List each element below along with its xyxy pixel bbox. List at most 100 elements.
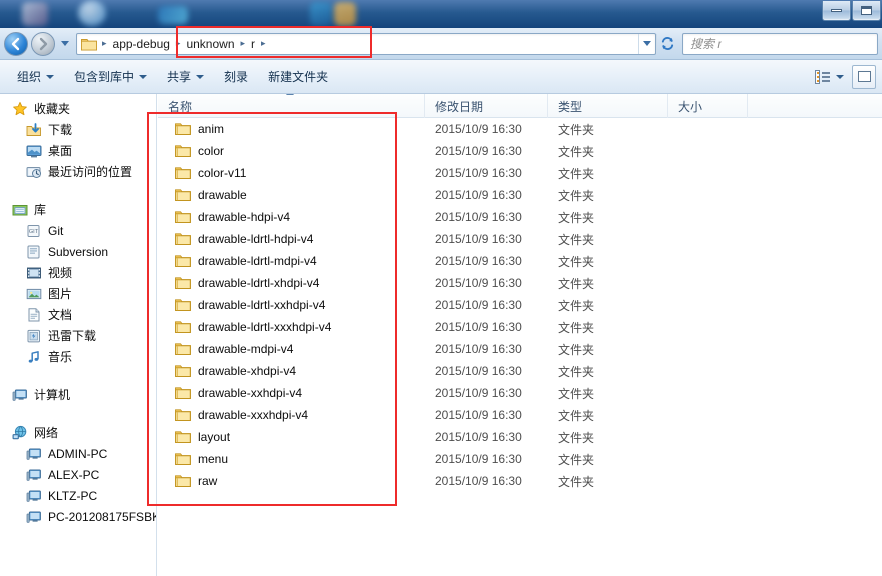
sidebar-item-libraries[interactable]: 库 bbox=[0, 199, 156, 220]
file-name-cell[interactable]: drawable-xhdpi-v4 bbox=[158, 364, 425, 378]
organize-label: 组织 bbox=[17, 70, 42, 84]
sidebar-item-network[interactable]: 网络 bbox=[0, 422, 156, 443]
breadcrumb-item-unknown[interactable]: unknown bbox=[183, 36, 237, 52]
column-header-label: 类型 bbox=[558, 99, 583, 114]
file-name-cell[interactable]: drawable-ldrtl-xhdpi-v4 bbox=[158, 276, 425, 290]
file-date-label: 2015/10/9 16:30 bbox=[435, 386, 522, 400]
table-row[interactable]: drawable-xxxhdpi-v4 2015/10/9 16:30 文件夹 bbox=[158, 404, 882, 426]
preview-pane-button[interactable] bbox=[852, 64, 876, 89]
table-row[interactable]: drawable 2015/10/9 16:30 文件夹 bbox=[158, 184, 882, 206]
file-date-label: 2015/10/9 16:30 bbox=[435, 474, 522, 488]
column-header-row: 名称 修改日期 类型 大小 bbox=[158, 94, 882, 118]
share-button[interactable]: 共享 bbox=[158, 65, 213, 89]
sidebar-item-thunder-download[interactable]: 迅雷下载 bbox=[0, 325, 156, 346]
file-name-cell[interactable]: drawable-ldrtl-mdpi-v4 bbox=[158, 254, 425, 268]
column-header-date-modified[interactable]: 修改日期 bbox=[425, 94, 548, 118]
file-type-label: 文件夹 bbox=[558, 232, 595, 247]
include-in-library-button[interactable]: 包含到库中 bbox=[65, 65, 156, 89]
file-date-label: 2015/10/9 16:30 bbox=[435, 144, 522, 158]
table-row[interactable]: drawable-xhdpi-v4 2015/10/9 16:30 文件夹 bbox=[158, 360, 882, 382]
column-header-size[interactable]: 大小 bbox=[668, 94, 748, 118]
file-name-cell[interactable]: anim bbox=[158, 122, 425, 136]
sidebar-item-desktop[interactable]: 桌面 bbox=[0, 140, 156, 161]
file-name-cell[interactable]: drawable-hdpi-v4 bbox=[158, 210, 425, 224]
file-name-label: drawable-mdpi-v4 bbox=[198, 342, 294, 356]
table-row[interactable]: color 2015/10/9 16:30 文件夹 bbox=[158, 140, 882, 162]
table-row[interactable]: color-v11 2015/10/9 16:30 文件夹 bbox=[158, 162, 882, 184]
desktop-icon bbox=[26, 145, 42, 157]
file-date-cell: 2015/10/9 16:30 bbox=[425, 166, 548, 180]
table-row[interactable]: layout 2015/10/9 16:30 文件夹 bbox=[158, 426, 882, 448]
sidebar-item-alex-pc[interactable]: ALEX-PC bbox=[0, 464, 156, 485]
breadcrumb-separator[interactable]: ▸ bbox=[173, 38, 184, 49]
file-name-cell[interactable]: drawable-ldrtl-xxxhdpi-v4 bbox=[158, 320, 425, 334]
table-row[interactable]: drawable-ldrtl-xhdpi-v4 2015/10/9 16:30 文件… bbox=[158, 272, 882, 294]
maximize-button[interactable] bbox=[852, 1, 881, 21]
file-name-cell[interactable]: layout bbox=[158, 430, 425, 444]
refresh-button[interactable] bbox=[656, 33, 678, 54]
table-row[interactable]: drawable-mdpi-v4 2015/10/9 16:30 文件夹 bbox=[158, 338, 882, 360]
recent-pages-button[interactable] bbox=[58, 41, 72, 46]
sidebar-item-pictures[interactable]: 图片 bbox=[0, 283, 156, 304]
file-name-cell[interactable]: drawable-xxxhdpi-v4 bbox=[158, 408, 425, 422]
breadcrumb-item-r[interactable]: r bbox=[248, 36, 258, 52]
file-type-label: 文件夹 bbox=[558, 210, 595, 225]
organize-button[interactable]: 组织 bbox=[8, 65, 63, 89]
column-header-name[interactable]: 名称 bbox=[158, 94, 425, 118]
table-row[interactable]: anim 2015/10/9 16:30 文件夹 bbox=[158, 118, 882, 140]
file-type-cell: 文件夹 bbox=[548, 121, 668, 138]
sidebar-item-git[interactable]: GIT Git bbox=[0, 220, 156, 241]
minimize-button[interactable] bbox=[822, 1, 851, 21]
file-name-cell[interactable]: drawable bbox=[158, 188, 425, 202]
table-row[interactable]: menu 2015/10/9 16:30 文件夹 bbox=[158, 448, 882, 470]
change-view-button[interactable] bbox=[811, 65, 848, 89]
sidebar-item-computer[interactable]: 计算机 bbox=[0, 384, 156, 405]
file-name-cell[interactable]: drawable-ldrtl-xxhdpi-v4 bbox=[158, 298, 425, 312]
file-date-label: 2015/10/9 16:30 bbox=[435, 254, 522, 268]
breadcrumb-separator[interactable]: ▸ bbox=[258, 38, 269, 49]
table-row[interactable]: drawable-ldrtl-xxhdpi-v4 2015/10/9 16:30 文… bbox=[158, 294, 882, 316]
sidebar-item-favorites[interactable]: 收藏夹 bbox=[0, 98, 156, 119]
sidebar-item-admin-pc[interactable]: ADMIN-PC bbox=[0, 443, 156, 464]
sidebar-group-favorites: 收藏夹 下载 桌面 最近访问的位置 bbox=[0, 98, 156, 182]
sidebar-item-recent-places[interactable]: 最近访问的位置 bbox=[0, 161, 156, 182]
table-row[interactable]: drawable-hdpi-v4 2015/10/9 16:30 文件夹 bbox=[158, 206, 882, 228]
address-bar[interactable]: ▸ app-debug ▸ unknown ▸ r ▸ bbox=[76, 32, 656, 55]
sidebar-item-subversion[interactable]: Subversion bbox=[0, 241, 156, 262]
table-row[interactable]: drawable-ldrtl-xxxhdpi-v4 2015/10/9 16:30… bbox=[158, 316, 882, 338]
breadcrumb-item-app-debug[interactable]: app-debug bbox=[110, 36, 173, 52]
forward-button[interactable] bbox=[31, 31, 55, 56]
sidebar-item-label: 音乐 bbox=[48, 350, 73, 364]
file-name-cell[interactable]: drawable-ldrtl-hdpi-v4 bbox=[158, 232, 425, 246]
table-row[interactable]: drawable-xxhdpi-v4 2015/10/9 16:30 文件夹 bbox=[158, 382, 882, 404]
folder-icon bbox=[175, 277, 191, 290]
file-name-cell[interactable]: color-v11 bbox=[158, 166, 425, 180]
sidebar-item-downloads[interactable]: 下载 bbox=[0, 119, 156, 140]
chevron-down-icon bbox=[139, 74, 148, 79]
sidebar-item-documents[interactable]: 文档 bbox=[0, 304, 156, 325]
file-name-cell[interactable]: drawable-xxhdpi-v4 bbox=[158, 386, 425, 400]
file-name-cell[interactable]: color bbox=[158, 144, 425, 158]
file-type-label: 文件夹 bbox=[558, 342, 595, 357]
table-row[interactable]: raw 2015/10/9 16:30 文件夹 bbox=[158, 470, 882, 492]
star-icon bbox=[13, 101, 27, 115]
burn-button[interactable]: 刻录 bbox=[215, 65, 257, 89]
sidebar-item-music[interactable]: 音乐 bbox=[0, 346, 156, 367]
table-row[interactable]: drawable-ldrtl-mdpi-v4 2015/10/9 16:30 文件夹 bbox=[158, 250, 882, 272]
search-input[interactable]: 搜索 r bbox=[682, 32, 878, 55]
sidebar-item-pc-201208175fsbk[interactable]: PC-201208175FSBK bbox=[0, 506, 156, 527]
file-type-cell: 文件夹 bbox=[548, 187, 668, 204]
sidebar-item-kltz-pc[interactable]: KLTZ-PC bbox=[0, 485, 156, 506]
address-dropdown-button[interactable] bbox=[638, 33, 655, 54]
file-name-cell[interactable]: menu bbox=[158, 452, 425, 466]
breadcrumb-separator[interactable]: ▸ bbox=[238, 38, 249, 49]
file-name-cell[interactable]: raw bbox=[158, 474, 425, 488]
downloads-icon bbox=[26, 122, 41, 136]
back-button[interactable] bbox=[4, 31, 28, 56]
file-name-cell[interactable]: drawable-mdpi-v4 bbox=[158, 342, 425, 356]
new-folder-button[interactable]: 新建文件夹 bbox=[259, 65, 337, 89]
column-header-type[interactable]: 类型 bbox=[548, 94, 668, 118]
sidebar-item-videos[interactable]: 视频 bbox=[0, 262, 156, 283]
table-row[interactable]: drawable-ldrtl-hdpi-v4 2015/10/9 16:30 文件夹 bbox=[158, 228, 882, 250]
navigation-pane[interactable]: 收藏夹 下载 桌面 最近访问的位置 库 GIT Git Subversion 视… bbox=[0, 94, 157, 576]
